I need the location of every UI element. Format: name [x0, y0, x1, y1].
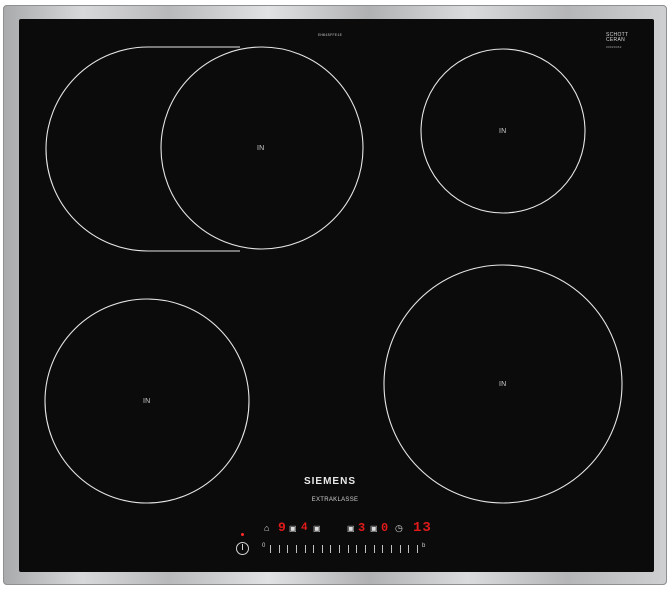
power-icon[interactable] — [236, 542, 249, 555]
model-code: EH645FFE1E — [318, 34, 343, 38]
brand-logo: SIEMENS — [303, 476, 356, 487]
display-level-mid: 3 — [358, 521, 366, 535]
zone-select-icon[interactable]: ▣ — [370, 524, 378, 533]
display-left-digit: 9 — [278, 520, 286, 535]
display-level-right: 0 — [381, 521, 389, 535]
zone-select-icon[interactable]: ▣ — [313, 524, 321, 533]
glass-brand-sub: CERAN — [606, 37, 626, 43]
zone-select-icon[interactable]: ▣ — [347, 524, 355, 533]
clock-icon[interactable]: ◷ — [395, 523, 403, 534]
slider-max-label: b — [422, 543, 426, 549]
display-timer: 13 — [413, 520, 432, 536]
zone-label-front-left: IN — [143, 398, 151, 405]
power-indicator-light — [241, 533, 244, 536]
slider-min-label: 0 — [262, 543, 266, 549]
glass-brand-logo: SCHOTT CERAN 00029462 — [606, 33, 628, 50]
display-level-front: 4 — [301, 522, 308, 534]
power-level-slider[interactable] — [270, 543, 418, 553]
glass-serial: 00029462 — [606, 45, 622, 49]
zone-label-flex: IN — [257, 145, 265, 152]
zone-label-front-right: IN — [499, 381, 507, 388]
zone-label-rear-right: IN — [499, 128, 507, 135]
flex-zone-outline — [45, 46, 240, 252]
series-label: EXTRAKLASSE — [311, 497, 359, 503]
cleaning-icon[interactable]: ⌂ — [264, 523, 269, 533]
zone-select-icon[interactable]: ▣ — [289, 524, 297, 533]
